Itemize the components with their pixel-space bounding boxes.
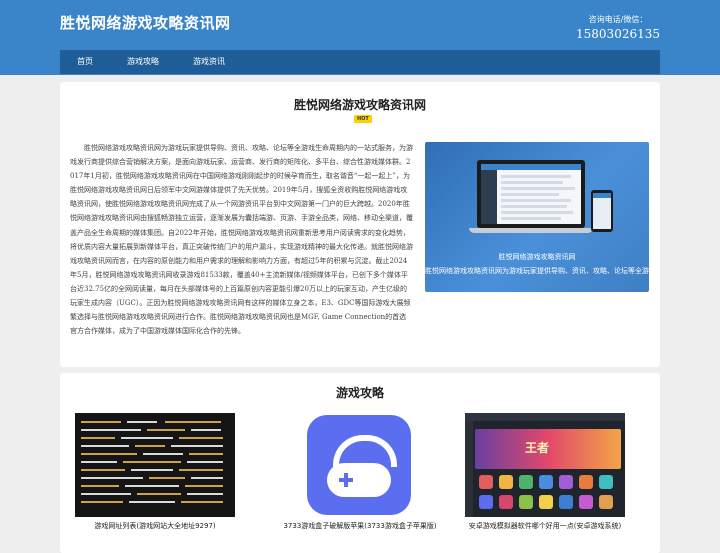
- nav-item-news[interactable]: 游戏资讯: [176, 50, 242, 74]
- guides-card: 游戏攻略 游戏网址列表(游戏网站大全地址9297) 3733游戏盒子破解版苹果(…: [60, 373, 660, 553]
- laptop-base: [469, 228, 593, 233]
- intro-text: 胜悦网络游戏攻略资讯网为游戏玩家提供导购、资讯、攻略、论坛等全游戏生命周期内的一…: [70, 144, 413, 336]
- nav-item-home[interactable]: 首页: [60, 50, 110, 74]
- contact-label: 咨询电话/微信：: [588, 15, 648, 24]
- image-caption-title: 胜悦网络游戏攻略资讯网: [498, 253, 576, 261]
- guide-title[interactable]: 游戏网址列表(游戏网站大全地址9297): [65, 521, 245, 531]
- intro-image: 胜悦网络游戏攻略资讯网 胜悦网络游戏攻略资讯网为游戏玩家提供导购、资讯、攻略、论…: [425, 142, 649, 292]
- nav-item-guides[interactable]: 游戏攻略: [110, 50, 176, 74]
- image-caption-desc: 胜悦网络游戏攻略资讯网为游戏玩家提供导购、资讯、攻略、论坛等全游戏生命周期内的一…: [425, 267, 649, 275]
- intro-card: 胜悦网络游戏攻略资讯网 HOT 胜悦网络游戏攻略资讯网为游戏玩家提供导购、资讯、…: [60, 82, 660, 367]
- guide-thumbnail[interactable]: [75, 413, 235, 517]
- contact-phone: 15803026135: [576, 27, 660, 41]
- banner-logo: 王者: [525, 441, 550, 455]
- guide-title[interactable]: 3733游戏盒子破解版苹果(3733游戏盒子苹果版): [270, 521, 450, 531]
- laptop-illustration: [477, 160, 585, 228]
- gamepad-icon: [307, 415, 411, 515]
- contact-info: 咨询电话/微信： 15803026135: [576, 14, 660, 41]
- site-title[interactable]: 胜悦网络游戏攻略资讯网: [60, 12, 231, 33]
- guide-thumbnail[interactable]: 王者: [465, 413, 625, 517]
- intro-title: 胜悦网络游戏攻略资讯网: [293, 98, 426, 112]
- main-nav: 首页 游戏攻略 游戏资讯: [60, 50, 660, 74]
- guide-thumbnail[interactable]: [280, 413, 440, 517]
- phone-illustration: [591, 190, 613, 232]
- hot-badge: HOT: [354, 115, 372, 123]
- site-header: 胜悦网络游戏攻略资讯网 咨询电话/微信： 15803026135 首页 游戏攻略…: [0, 0, 720, 75]
- section-title-guides: 游戏攻略: [335, 386, 384, 400]
- guide-title[interactable]: 安卓游戏模拟器软件哪个好用一点(安卓游戏系统): [455, 521, 635, 531]
